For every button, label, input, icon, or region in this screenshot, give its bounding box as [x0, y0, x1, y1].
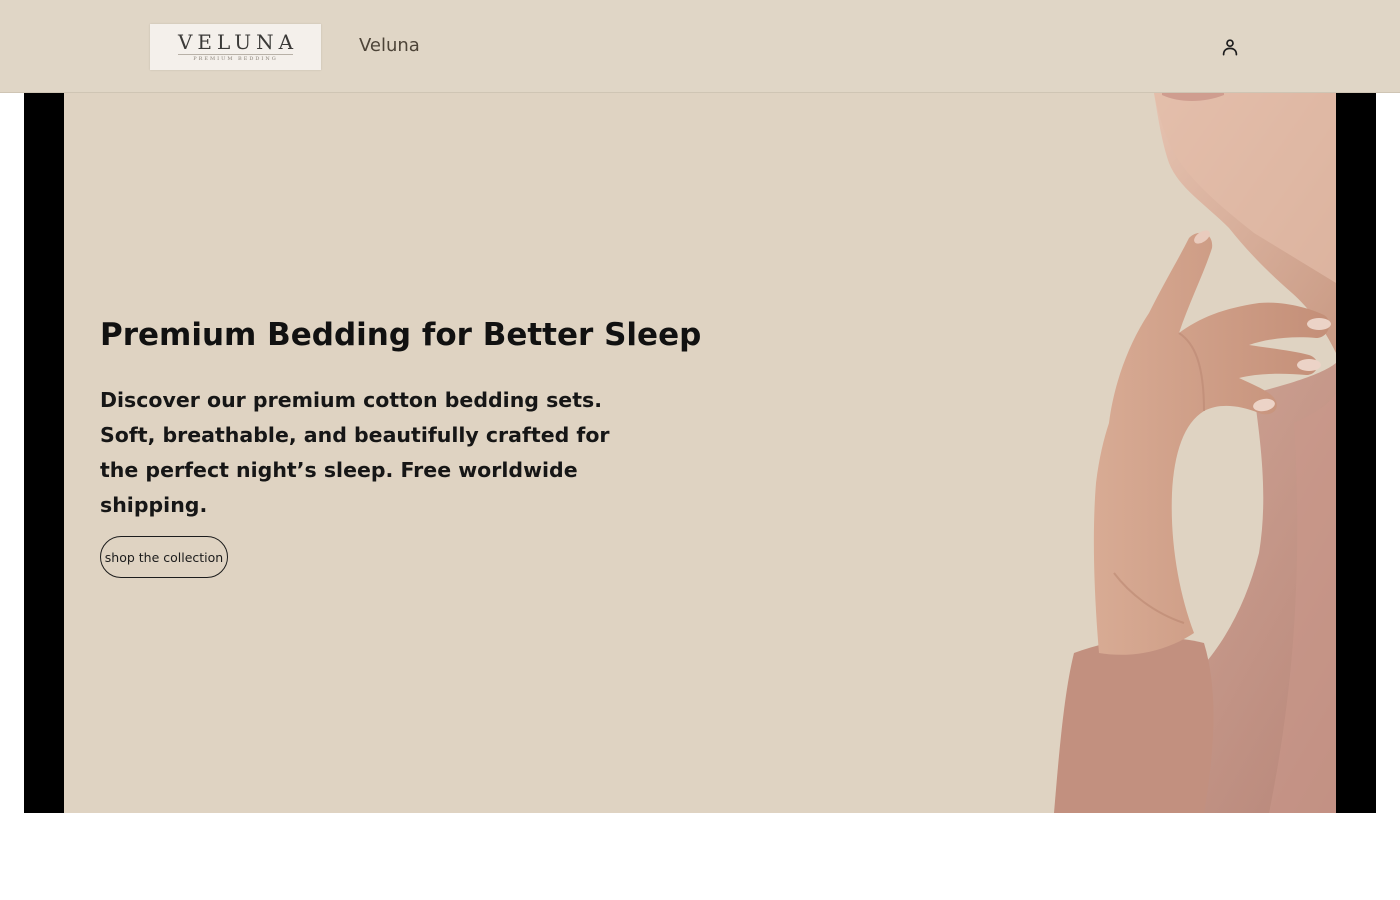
hero-description: Discover our premium cotton bedding sets…	[100, 388, 610, 517]
woman-touching-neck-photo	[1054, 93, 1336, 813]
hero-content: Premium Bedding for Better Sleep Discove…	[64, 93, 1336, 813]
shop-collection-button[interactable]: shop the collection	[100, 536, 228, 578]
user-icon	[1222, 39, 1238, 56]
account-button[interactable]	[1219, 36, 1241, 58]
hero-title: Premium Bedding for Better Sleep	[100, 317, 702, 353]
hero-banner: Premium Bedding for Better Sleep Discove…	[24, 93, 1376, 813]
logo-wordmark: VELUNA	[177, 30, 299, 54]
brand-name-link[interactable]: Veluna	[359, 34, 420, 58]
site-logo[interactable]: VELUNA PREMIUM BEDDING	[150, 24, 321, 70]
logo-tagline: PREMIUM BEDDING	[193, 56, 278, 62]
site-header: VELUNA PREMIUM BEDDING Veluna	[0, 0, 1400, 93]
